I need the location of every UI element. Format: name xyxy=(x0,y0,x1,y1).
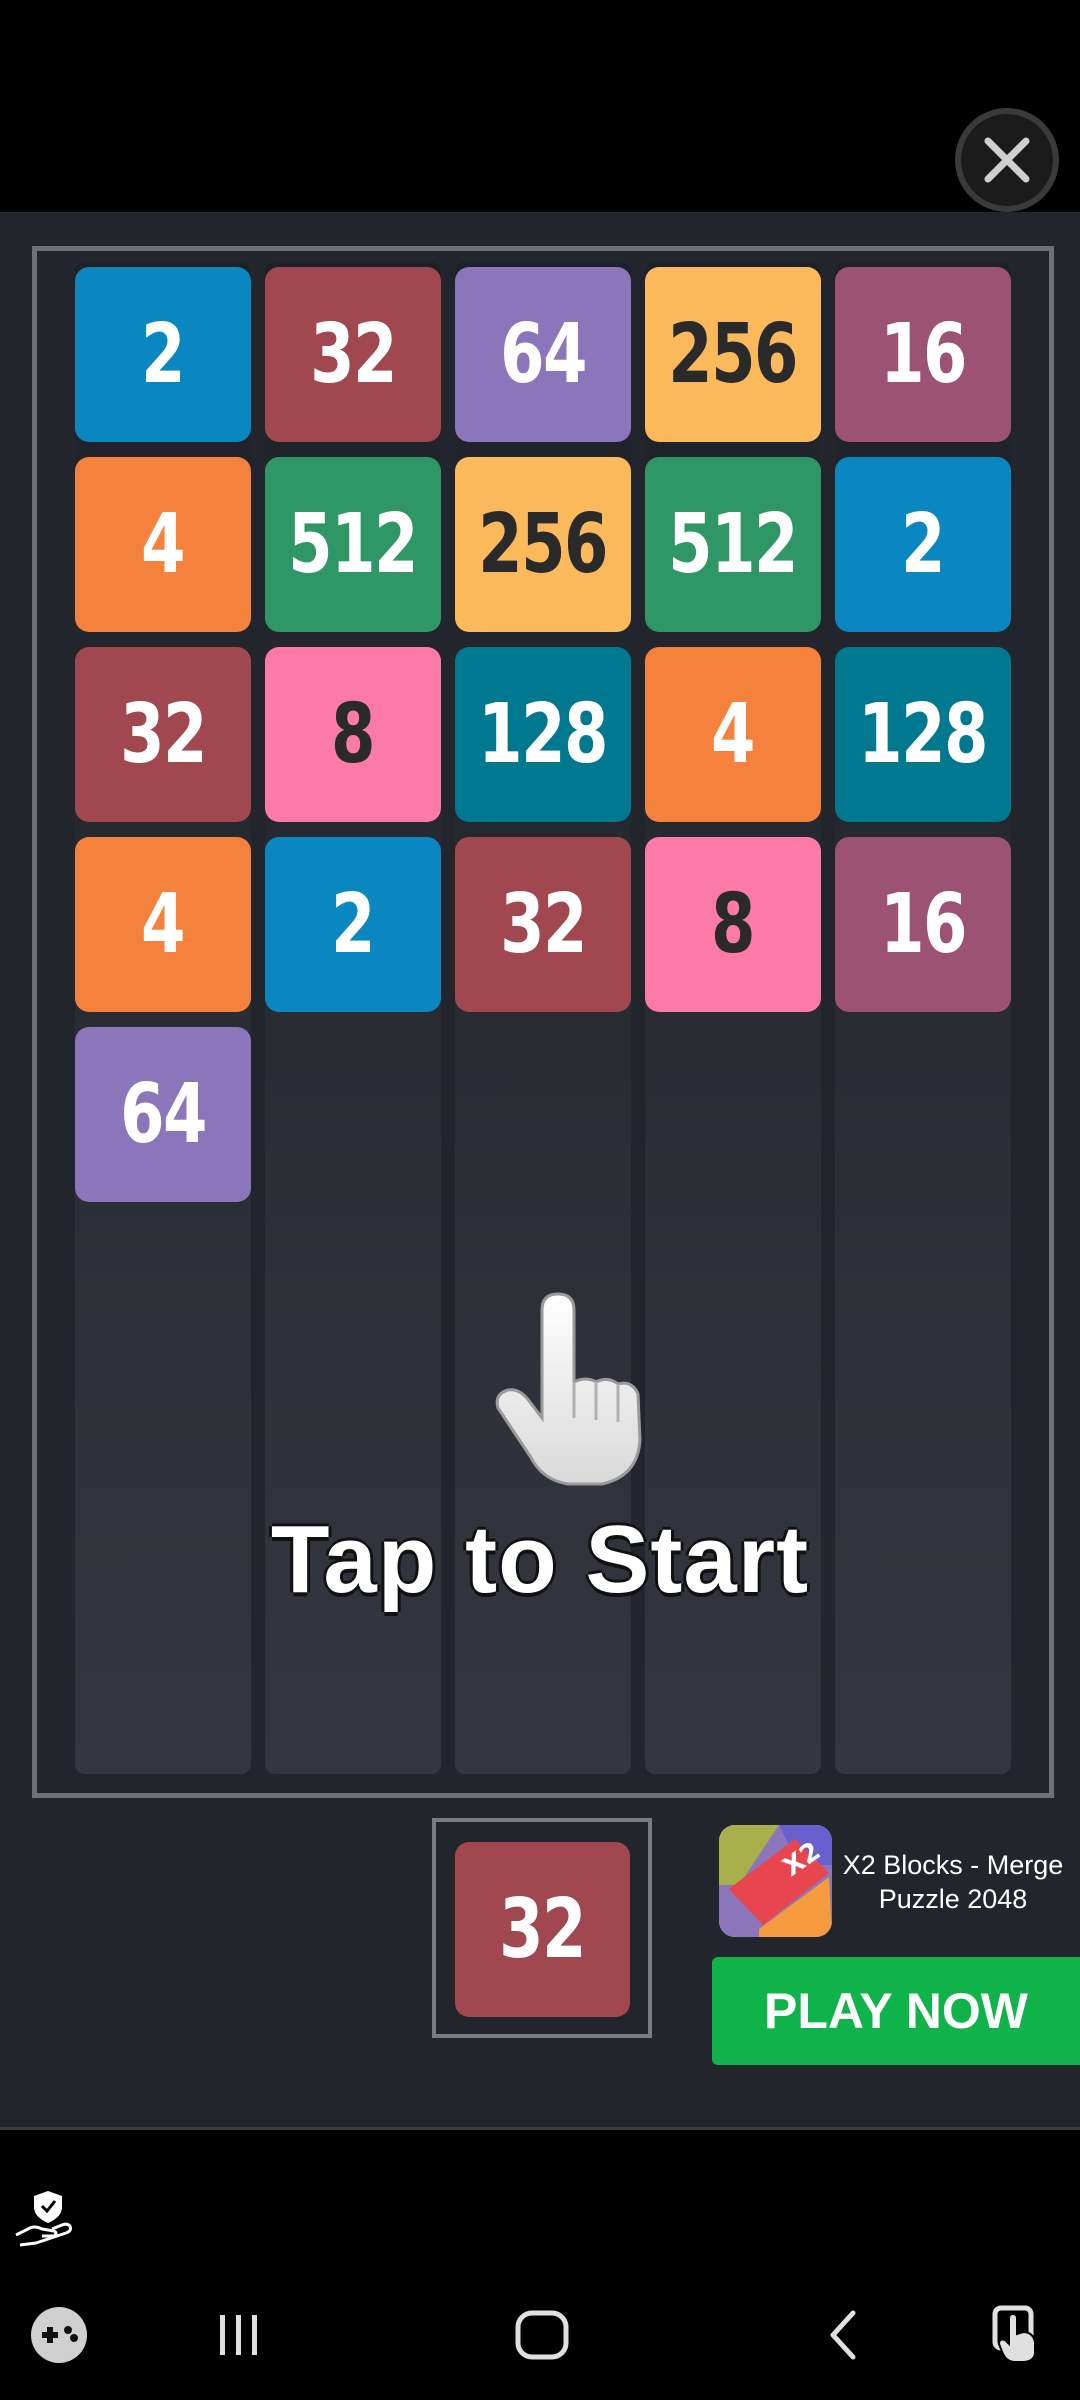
home-button[interactable] xyxy=(497,2290,587,2380)
app-title[interactable]: X2 Blocks - Merge Puzzle 2048 xyxy=(838,1848,1068,1916)
next-tile: 32 xyxy=(455,1842,630,2017)
board-tile: 256 xyxy=(455,457,631,632)
board-tile: 256 xyxy=(645,267,821,442)
home-icon xyxy=(515,2310,569,2360)
board-tile: 8 xyxy=(265,647,441,822)
board-tile: 8 xyxy=(645,837,821,1012)
board-tile: 4 xyxy=(645,647,821,822)
board-tile: 4 xyxy=(75,837,251,1012)
board-tile: 32 xyxy=(265,267,441,442)
accessibility-button[interactable] xyxy=(975,2290,1065,2380)
board-tile: 64 xyxy=(75,1027,251,1202)
close-icon xyxy=(984,137,1030,183)
board-tile: 128 xyxy=(835,647,1011,822)
board-tile: 32 xyxy=(455,837,631,1012)
accessibility-icon xyxy=(992,2305,1036,2363)
close-button[interactable] xyxy=(955,108,1059,212)
board-tile: 64 xyxy=(455,267,631,442)
privacy-hand-icon[interactable] xyxy=(12,2185,76,2249)
board-tile: 32 xyxy=(75,647,251,822)
recent-apps-button[interactable] xyxy=(193,2290,283,2380)
board-tile: 4 xyxy=(75,457,251,632)
board-tile: 2 xyxy=(835,457,1011,632)
game-launcher-button[interactable] xyxy=(14,2290,104,2380)
board-tile: 2 xyxy=(75,267,251,442)
board-tile: 512 xyxy=(265,457,441,632)
board-tile: 16 xyxy=(835,837,1011,1012)
app-icon[interactable]: X2 xyxy=(719,1825,832,1937)
tap-hand-icon xyxy=(495,1292,642,1486)
play-now-button[interactable]: PLAY NOW xyxy=(712,1957,1080,2065)
back-icon xyxy=(830,2310,856,2360)
game-launcher-icon xyxy=(31,2307,87,2363)
board-tile: 2 xyxy=(265,837,441,1012)
board-tile: 512 xyxy=(645,457,821,632)
board-tile: 16 xyxy=(835,267,1011,442)
back-button[interactable] xyxy=(800,2290,890,2380)
board-tile: 128 xyxy=(455,647,631,822)
tap-to-start-text: Tap to Start xyxy=(270,1506,810,1613)
recent-apps-icon xyxy=(220,2315,257,2355)
